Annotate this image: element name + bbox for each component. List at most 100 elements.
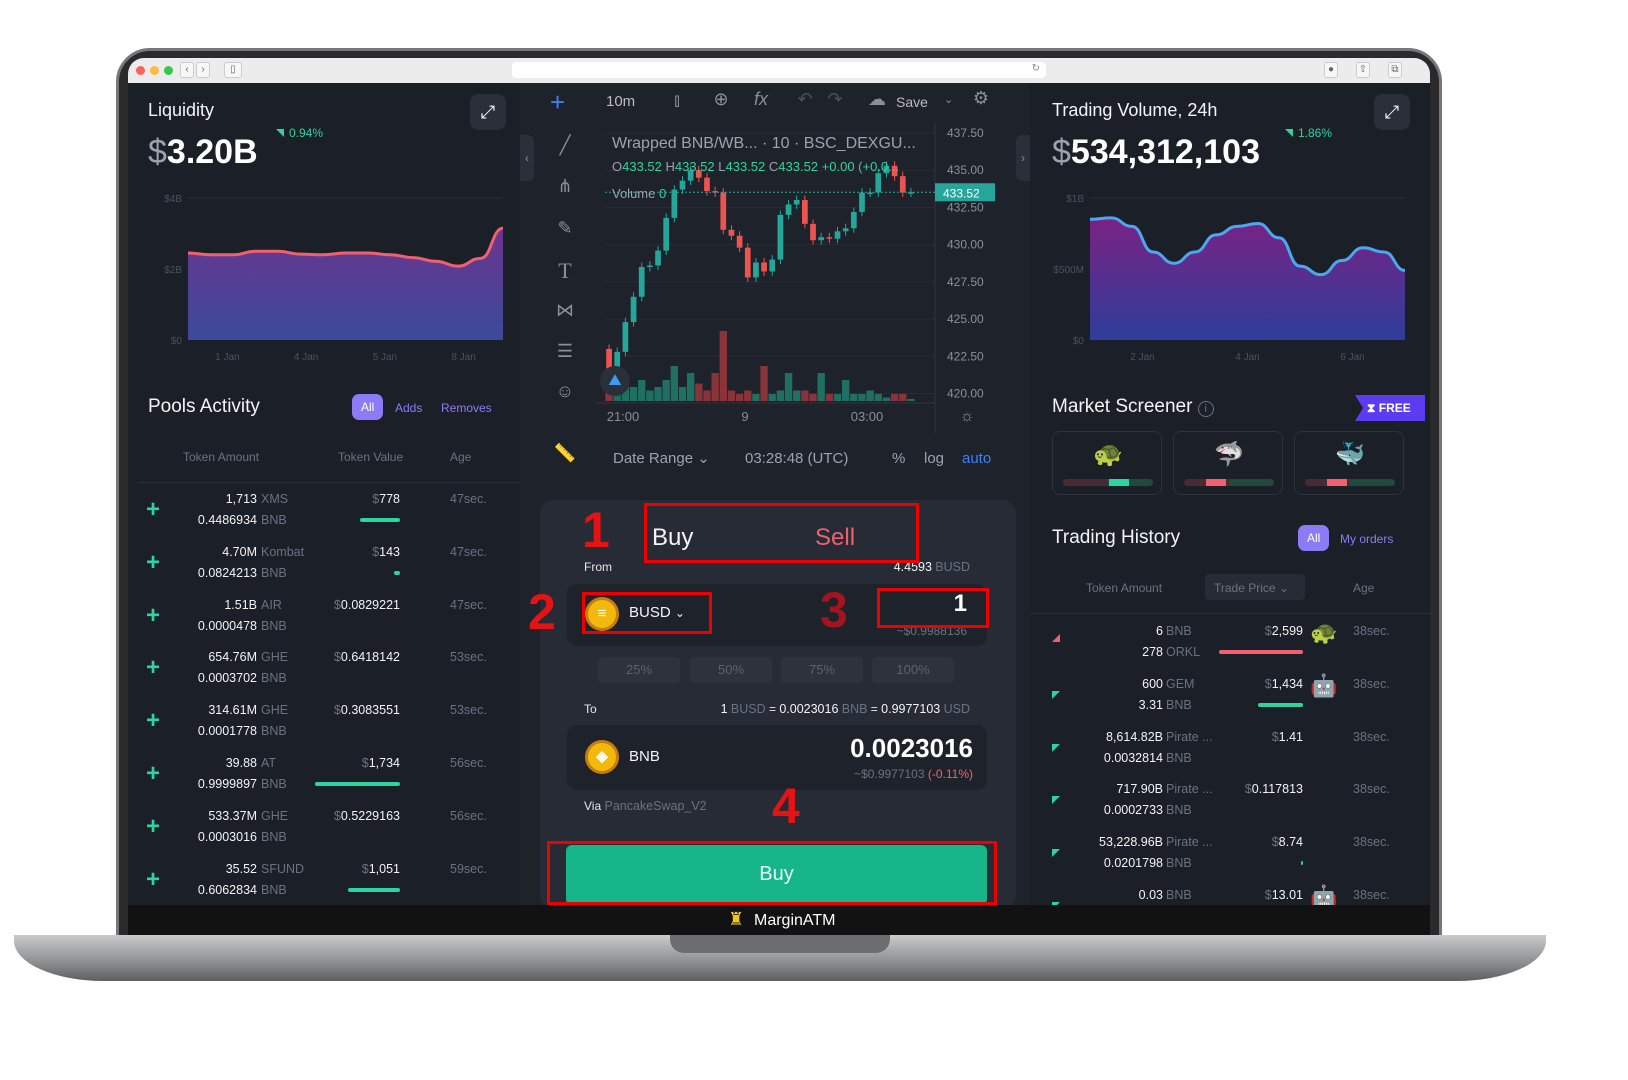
x-tick-label: 21:00 [607,409,640,424]
expand-icon[interactable]: ⤢ [1374,94,1410,130]
y-tick-label: 422.50 [947,349,984,363]
url-bar[interactable]: ↻ [512,62,1046,78]
sidebar-icon[interactable]: ▯ [224,62,242,78]
low-value: 433.52 [725,159,766,174]
age: 56sec. [450,808,487,823]
forward-icon[interactable]: › [196,62,210,78]
tabs-icon[interactable]: ⧉ [1388,62,1402,78]
trade-row[interactable]: 600 GEM 3.31 BNB $1,434 🤖 38sec. [1030,673,1430,725]
candle [679,180,686,190]
minimize-window-icon[interactable] [150,66,159,75]
pool-row[interactable]: + 35.52 SFUND 0.6062834 BNB $1,051 59sec… [128,858,520,905]
pool-row[interactable]: + 654.76M GHE 0.0003702 BNB $0.6418142 5… [128,646,520,698]
volume-bar [793,390,801,401]
base-symbol: BNB [261,618,287,633]
age: 38sec. [1353,888,1390,902]
annotation-1: 1 [582,502,610,558]
trade-row[interactable]: 6 BNB 278 ORKL $2,599 🐢 38sec. [1030,620,1430,672]
pool-row[interactable]: + 39.88 AT 0.9999897 BNB $1,734 56sec. [128,752,520,804]
base-symbol: BNB [261,777,287,791]
collapse-left-icon[interactable]: ‹ [520,135,534,181]
ruler-icon[interactable]: 📏 [550,443,580,464]
base-symbol: ORKL [1166,645,1201,659]
redo-icon[interactable]: ↷ [820,89,850,110]
percent-25-button[interactable]: 25% [598,657,680,683]
text-tool-icon[interactable]: T [550,258,580,284]
y-tick-label: $4B [164,194,182,205]
trade-row[interactable]: 53,228.96B Pirate ... 0.0201798 BNB $8.7… [1030,831,1430,883]
emoji-icon[interactable]: ☺ [550,381,580,402]
settings-gear-icon[interactable]: ⚙ [966,88,996,109]
reload-icon[interactable]: ↻ [1032,63,1040,74]
trade-row[interactable]: 8,614.82B Pirate ... 0.0032814 BNB $1.41… [1030,726,1430,778]
pool-row[interactable]: + 1.51B AIR 0.0000478 BNB $0.0829221 47s… [128,594,520,646]
sentiment-marker [1206,479,1226,486]
screener-card[interactable]: 🐳 [1294,431,1404,495]
expand-icon[interactable]: ⤢ [470,94,506,130]
volume-bar [825,394,834,401]
undo-icon[interactable]: ↶ [790,89,820,110]
save-dropdown-icon[interactable]: ⌄ [944,93,953,106]
auto-toggle[interactable]: auto [962,450,996,467]
history-tab-all[interactable]: All [1298,525,1330,551]
balance-unit: BUSD [935,560,970,574]
maximize-window-icon[interactable] [164,66,173,75]
fx-icon[interactable]: fx [746,89,776,110]
interval-selector[interactable]: 10m [606,93,635,110]
candles-icon[interactable]: ⫾ [662,90,692,111]
screener-card[interactable]: 🐢 [1052,431,1162,495]
annotation-box-2 [582,592,712,634]
volume-bar [678,387,687,401]
add-liquidity-icon: + [146,707,161,735]
close-window-icon[interactable] [136,66,145,75]
download-icon[interactable]: ● [1324,62,1338,78]
pool-row[interactable]: + 4.70M Kombat 0.0824213 BNB $143 47sec. [128,541,520,593]
collapse-right-icon[interactable]: › [1016,135,1030,181]
log-toggle[interactable]: log [924,450,944,467]
screener-card[interactable]: 🦈 [1173,431,1283,495]
pools-tab-adds[interactable]: Adds [395,401,422,415]
pool-row[interactable]: + 533.37M GHE 0.0003016 BNB $0.5229163 5… [128,805,520,857]
trade-row[interactable]: 0.03 BNB $13.01 🤖 38sec. [1030,884,1430,905]
save-button[interactable]: Save [896,94,928,110]
fib-icon[interactable]: ☰ [550,341,580,362]
trade-price-dropdown[interactable]: Trade Price ⌄ [1205,574,1305,600]
history-tab-my-orders[interactable]: My orders [1340,532,1393,546]
tradingview-logo-icon[interactable]: ⛰ [600,366,630,396]
pitchfork-icon[interactable]: ⋔ [550,176,580,197]
pool-row[interactable]: + 1,713 XMS 0.4486934 BNB $778 47sec. [128,488,520,540]
percent-100-button[interactable]: 100% [872,657,954,683]
percent-50-button[interactable]: 50% [690,657,772,683]
x-tick-label: 2 Jan [1130,352,1154,363]
token-amount: 0.03 [1138,888,1163,902]
token-symbol: SFUND [261,861,305,876]
back-icon[interactable]: ‹ [180,62,194,78]
pools-tab-removes[interactable]: Removes [441,401,492,415]
pools-tab-all[interactable]: All [352,394,384,420]
volume-bar [882,397,891,401]
pool-row[interactable]: + 314.61M GHE 0.0001778 BNB $0.3083551 5… [128,699,520,751]
pattern-icon[interactable]: ⋈ [550,300,580,321]
base-symbol: BNB [261,724,287,739]
brush-icon[interactable]: ✎ [550,218,580,239]
trade-size-bar [1218,650,1303,654]
date-range-dropdown[interactable]: Date Range ⌄ [613,449,710,467]
candle [875,173,882,193]
base-amount: 0.9999897 [197,777,257,791]
volume-bar [899,394,907,401]
crosshair-icon[interactable]: + [550,87,565,118]
token-value-amount: 1,051 [368,861,400,876]
info-icon[interactable]: i [1197,401,1214,417]
share-icon[interactable]: ⇧ [1356,62,1370,78]
percent-75-button[interactable]: 75% [781,657,863,683]
volume-bar [744,390,752,401]
y-tick-label: $1B [1066,194,1084,205]
trend-line-icon[interactable]: ╱ [550,135,580,156]
add-indicator-icon[interactable]: ⊕ [706,89,736,110]
chart-panel: + 10m ⫾ ⊕ fx ↶ ↷ ☁ Save ⌄ ⚙ ‹ › ╱ ⋔ ✎ T … [520,83,1030,905]
pools-header-token-amount: Token Amount [183,450,260,464]
area-fill [1090,217,1405,340]
percent-toggle[interactable]: % [892,450,905,467]
trade-row[interactable]: 717.90B Pirate ... 0.0002733 BNB $0.1178… [1030,778,1430,830]
age: 53sec. [450,650,487,665]
